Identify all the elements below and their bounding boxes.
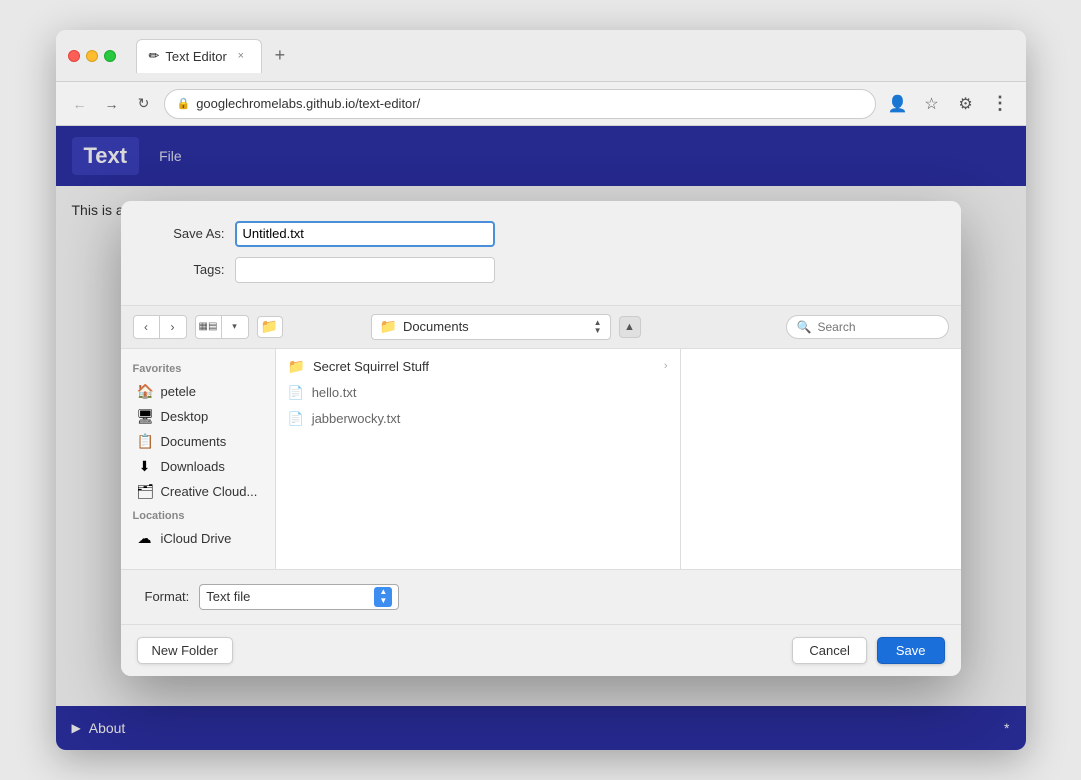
sidebar-desktop-label: Desktop: [161, 409, 209, 424]
sidebar: Favorites 🏠 petele 🖥 Desktop 📋: [121, 349, 276, 569]
sidebar-petele-label: petele: [161, 384, 196, 399]
title-bar: ✏ Text Editor × +: [56, 30, 1026, 82]
sidebar-icloud-label: iCloud Drive: [161, 531, 232, 546]
file-browser-toolbar: ‹ › ▦▤ ▾ 📁 📁 Documents: [121, 305, 961, 349]
new-folder-button[interactable]: New Folder: [137, 637, 233, 664]
browser-window: ✏ Text Editor × + ← → ↻ 🔒 googlechromela…: [56, 30, 1026, 750]
forward-button[interactable]: →: [100, 92, 124, 116]
refresh-button[interactable]: ↻: [132, 92, 156, 116]
sidebar-item-downloads[interactable]: ⬇ Downloads: [125, 454, 271, 479]
creative-cloud-icon: 🗂: [137, 483, 153, 500]
page-content: Text File This is a n ▶ About * Save As:: [56, 126, 1026, 750]
location-folder-icon: 📁: [380, 318, 397, 335]
sidebar-item-creative-cloud[interactable]: 🗂 Creative Cloud...: [125, 479, 271, 504]
bookmark-button[interactable]: ☆: [918, 90, 946, 118]
txt-file-icon-jabberwocky: 📄: [288, 411, 304, 427]
file-name-secret-squirrel: Secret Squirrel Stuff: [313, 359, 429, 374]
file-item-secret-squirrel[interactable]: 📁 Secret Squirrel Stuff ›: [276, 353, 680, 380]
url-text: googlechromelabs.github.io/text-editor/: [196, 96, 420, 111]
file-name-jabberwocky: jabberwocky.txt: [312, 411, 401, 426]
minimize-traffic-light[interactable]: [86, 50, 98, 62]
more-button[interactable]: ⋮: [986, 90, 1014, 118]
locations-header: Locations: [121, 504, 275, 526]
format-select[interactable]: Text file ▲ ▼: [199, 584, 399, 610]
sidebar-creative-cloud-label: Creative Cloud...: [161, 484, 258, 499]
lock-icon: 🔒: [177, 97, 191, 110]
address-bar: ← → ↻ 🔒 googlechromelabs.github.io/text-…: [56, 82, 1026, 126]
nav-button-group: ‹ ›: [133, 315, 187, 339]
sidebar-item-icloud[interactable]: ☁ iCloud Drive: [125, 526, 271, 551]
sidebar-item-desktop[interactable]: 🖥 Desktop: [125, 404, 271, 429]
browser-back-button[interactable]: ‹: [134, 316, 160, 338]
view-chevron-button[interactable]: ▾: [222, 316, 248, 338]
file-main: Favorites 🏠 petele 🖥 Desktop 📋: [121, 349, 961, 569]
file-item-jabberwocky[interactable]: 📄 jabberwocky.txt: [276, 406, 680, 432]
file-name-hello: hello.txt: [312, 385, 357, 400]
format-row: Format: Text file ▲ ▼: [121, 569, 961, 624]
sidebar-downloads-label: Downloads: [161, 459, 225, 474]
save-as-input[interactable]: [235, 221, 495, 247]
folder-arrow-icon: ›: [664, 360, 668, 372]
file-item-hello[interactable]: 📄 hello.txt: [276, 380, 680, 406]
tags-input[interactable]: [235, 257, 495, 283]
browser-forward-button[interactable]: ›: [160, 316, 186, 338]
search-input[interactable]: [818, 320, 938, 334]
downloads-icon: ⬇: [137, 458, 153, 475]
save-button[interactable]: Save: [877, 637, 945, 664]
format-label: Format:: [145, 589, 190, 604]
traffic-lights: [68, 50, 116, 62]
save-dialog: Save As: Tags: ‹ ›: [121, 201, 961, 676]
search-box: 🔍: [786, 315, 949, 339]
txt-file-icon-hello: 📄: [288, 385, 304, 401]
account-button[interactable]: 👤: [884, 90, 912, 118]
browser-actions: 👤 ☆ ⚙ ⋮: [884, 90, 1014, 118]
new-tab-button[interactable]: +: [266, 42, 294, 70]
favorites-header: Favorites: [121, 357, 275, 379]
close-traffic-light[interactable]: [68, 50, 80, 62]
sidebar-item-documents[interactable]: 📋 Documents: [125, 429, 271, 454]
save-as-row: Save As:: [145, 221, 937, 247]
tags-label: Tags:: [145, 262, 225, 277]
sidebar-item-petele[interactable]: 🏠 petele: [125, 379, 271, 404]
active-tab[interactable]: ✏ Text Editor ×: [136, 39, 262, 73]
file-preview-panel: [681, 349, 961, 569]
desktop-icon: 🖥: [137, 408, 153, 425]
view-toggle-group: ▦▤ ▾: [195, 315, 249, 339]
location-dropdown[interactable]: 📁 Documents ▲ ▼: [371, 314, 611, 340]
url-bar[interactable]: 🔒 googlechromelabs.github.io/text-editor…: [164, 89, 876, 119]
dialog-top: Save As: Tags:: [121, 201, 961, 305]
dialog-footer: New Folder Cancel Save: [121, 624, 961, 676]
format-select-text: Text file: [206, 589, 370, 604]
file-list: 📁 Secret Squirrel Stuff › 📄 hello.txt 📄 …: [276, 349, 681, 569]
cancel-button[interactable]: Cancel: [792, 637, 866, 664]
folder-icon: 📁: [288, 358, 305, 375]
tab-area: ✏ Text Editor × +: [136, 39, 1014, 73]
dialog-actions: Cancel Save: [792, 637, 944, 664]
tab-close-button[interactable]: ×: [233, 48, 249, 64]
back-button[interactable]: ←: [68, 92, 92, 116]
sidebar-documents-label: Documents: [161, 434, 227, 449]
icloud-icon: ☁: [137, 530, 153, 547]
file-browser: ‹ › ▦▤ ▾ 📁 📁 Documents: [121, 305, 961, 624]
documents-icon: 📋: [137, 433, 153, 450]
location-text: Documents: [403, 319, 588, 334]
tab-icon: ✏: [149, 48, 160, 64]
location-dropdown-arrows: ▲ ▼: [594, 319, 602, 335]
dialog-overlay: Save As: Tags: ‹ ›: [56, 126, 1026, 750]
icon-view-button[interactable]: ▦▤: [196, 316, 222, 338]
format-select-arrows-icon: ▲ ▼: [374, 587, 392, 607]
tab-title: Text Editor: [165, 49, 226, 64]
maximize-traffic-light[interactable]: [104, 50, 116, 62]
save-as-label: Save As:: [145, 226, 225, 241]
expand-button[interactable]: ▲: [619, 316, 641, 338]
profile-button[interactable]: ⚙: [952, 90, 980, 118]
create-folder-button[interactable]: 📁: [257, 316, 283, 338]
search-icon: 🔍: [797, 320, 812, 334]
tags-row: Tags:: [145, 257, 937, 283]
home-icon: 🏠: [137, 383, 153, 400]
